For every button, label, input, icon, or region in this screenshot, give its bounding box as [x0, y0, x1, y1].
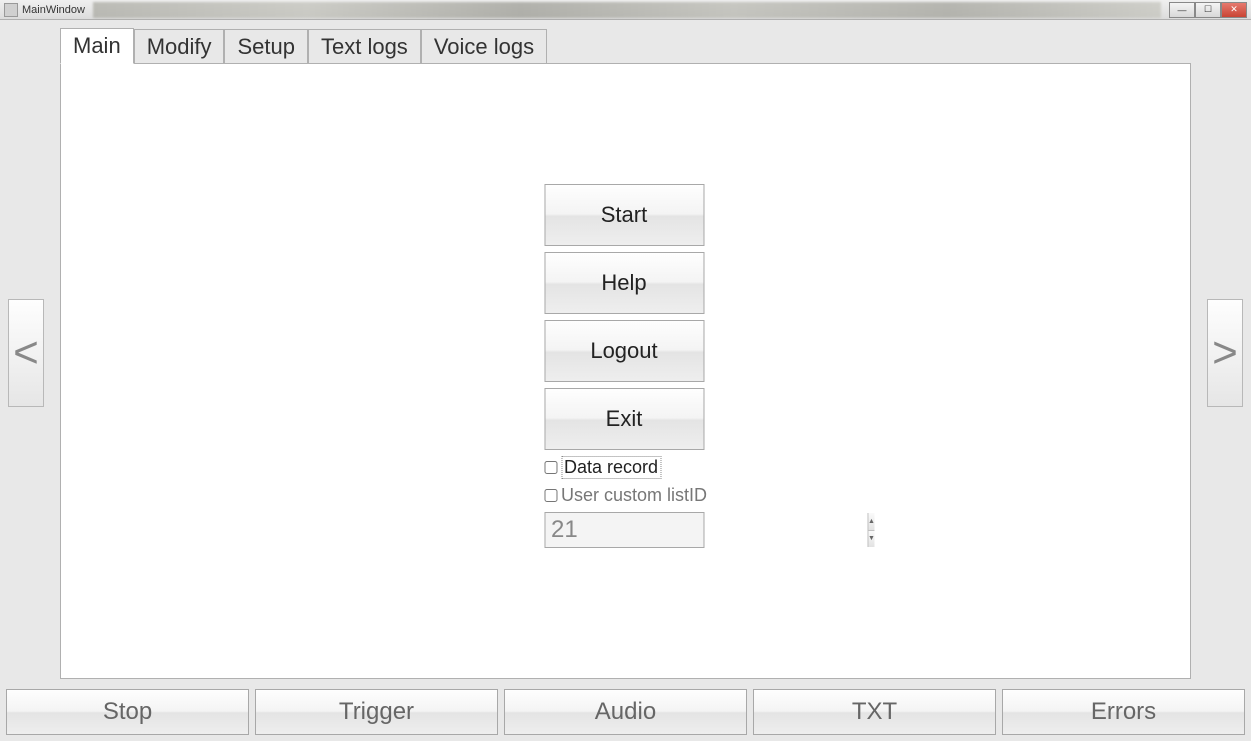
center-column: Start Help Logout Exit Data record User … — [544, 184, 707, 548]
tab-voice-logs[interactable]: Voice logs — [421, 29, 547, 64]
tab-modify[interactable]: Modify — [134, 29, 225, 64]
data-record-checkbox-row[interactable]: Data record — [544, 456, 661, 479]
tabs-header: Main Modify Setup Text logs Voice logs — [60, 30, 1191, 64]
trigger-button[interactable]: Trigger — [255, 689, 498, 735]
chevron-right-icon: > — [1212, 328, 1238, 378]
spinner-up-button[interactable]: ▲ — [868, 513, 875, 531]
maximize-button[interactable]: ☐ — [1195, 2, 1221, 18]
tab-content-main: Start Help Logout Exit Data record User … — [60, 63, 1191, 679]
titlebar: MainWindow — ☐ ✕ — [0, 0, 1251, 20]
stop-button[interactable]: Stop — [6, 689, 249, 735]
listid-input[interactable] — [545, 513, 867, 547]
titlebar-background — [93, 2, 1161, 18]
window-title: MainWindow — [22, 4, 85, 16]
chevron-left-icon: < — [13, 328, 39, 378]
body-area: < Main Modify Setup Text logs Voice logs… — [0, 20, 1251, 741]
data-record-checkbox[interactable] — [544, 461, 557, 474]
audio-button[interactable]: Audio — [504, 689, 747, 735]
start-button[interactable]: Start — [544, 184, 704, 246]
txt-button[interactable]: TXT — [753, 689, 996, 735]
data-record-label: Data record — [561, 456, 661, 479]
user-custom-listid-checkbox-row[interactable]: User custom listID — [544, 485, 707, 506]
logout-button[interactable]: Logout — [544, 320, 704, 382]
bottom-toolbar: Stop Trigger Audio TXT Errors — [0, 685, 1251, 741]
listid-spinner[interactable]: ▲ ▼ — [544, 512, 704, 548]
tab-setup[interactable]: Setup — [224, 29, 308, 64]
tab-main[interactable]: Main — [60, 28, 134, 64]
next-page-button[interactable]: > — [1207, 299, 1243, 407]
close-button[interactable]: ✕ — [1221, 2, 1247, 18]
errors-button[interactable]: Errors — [1002, 689, 1245, 735]
app-icon — [4, 3, 18, 17]
window-controls: — ☐ ✕ — [1169, 2, 1247, 18]
exit-button[interactable]: Exit — [544, 388, 704, 450]
minimize-button[interactable]: — — [1169, 2, 1195, 18]
tab-text-logs[interactable]: Text logs — [308, 29, 421, 64]
spinner-buttons: ▲ ▼ — [867, 513, 875, 547]
user-custom-listid-label: User custom listID — [561, 485, 707, 506]
help-button[interactable]: Help — [544, 252, 704, 314]
content-row: < Main Modify Setup Text logs Voice logs… — [0, 20, 1251, 685]
user-custom-listid-checkbox[interactable] — [544, 489, 557, 502]
tab-panel: Main Modify Setup Text logs Voice logs S… — [60, 30, 1191, 679]
spinner-down-button[interactable]: ▼ — [868, 531, 875, 548]
prev-page-button[interactable]: < — [8, 299, 44, 407]
